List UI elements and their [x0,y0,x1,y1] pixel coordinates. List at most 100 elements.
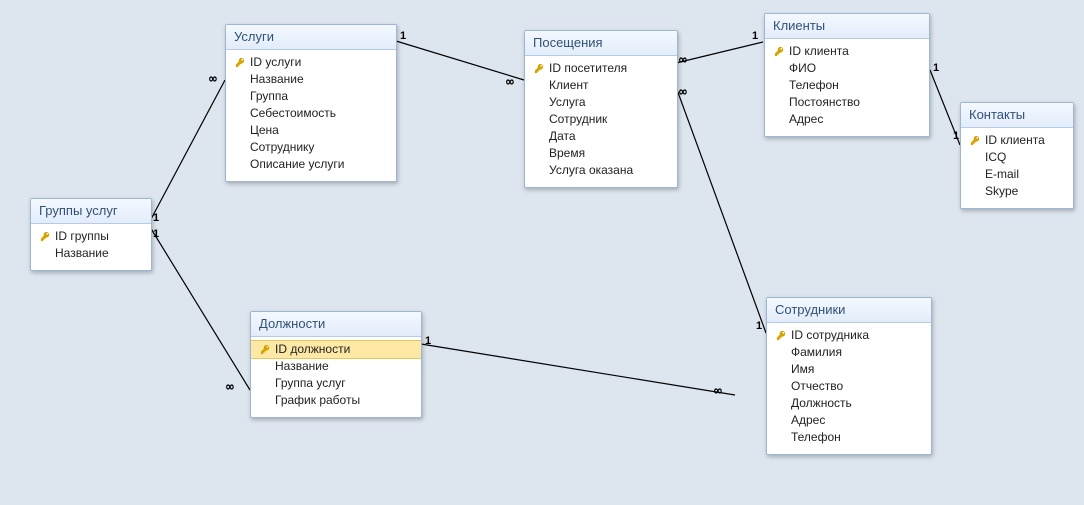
multiplicity-one: 1 [400,30,406,42]
field-label: Адрес [787,112,823,127]
field-label: Телефон [787,78,839,93]
field-label: E-mail [983,167,1019,182]
field-label: Себестоимость [248,106,336,121]
field-label: Фамилия [789,345,842,360]
entity-visits[interactable]: Посещения ID посетителя Клиент УслугаСотруд… [524,30,678,188]
field-label: Цена [248,123,279,138]
field-row[interactable]: Описание услуги [226,156,396,173]
field-row[interactable]: Адрес [767,412,931,429]
field-row[interactable]: Услуга [525,94,677,111]
primary-key-icon [257,344,273,355]
entity-body: ID клиентаICQE-mail Skype [961,128,1073,208]
field-row[interactable]: ID сотрудника [767,327,931,344]
field-row[interactable]: Skype [961,183,1073,200]
entity-title[interactable]: Услуги [226,25,396,50]
field-label: Группа услуг [273,376,346,391]
field-row[interactable]: Сотрудник [525,111,677,128]
field-label: Группа [248,89,288,104]
multiplicity-many: ∞ [506,75,512,90]
field-row[interactable]: Телефон [767,429,931,446]
field-label: ID услуги [248,55,301,70]
field-row[interactable]: Группа услуг [251,375,421,392]
field-row[interactable]: ID посетителя [525,60,677,77]
er-diagram-canvas[interactable]: 1 ∞ 1 ∞ 1 ∞ ∞ 1 1 1 ∞ 1 1 ∞ Группы услуг… [0,0,1084,505]
field-label: Отчество [789,379,843,394]
entity-body: ID посетителя Клиент УслугаСотрудникДатаВр… [525,56,677,187]
field-row[interactable]: Клиент [525,77,677,94]
entity-contacts[interactable]: Контакты ID клиентаICQE-mail Skype [960,102,1074,209]
entity-title[interactable]: Посещения [525,31,677,56]
field-row[interactable]: Сотруднику [226,139,396,156]
field-row[interactable]: ICQ [961,149,1073,166]
field-label: Услуга [547,95,586,110]
multiplicity-many: ∞ [209,72,215,87]
multiplicity-one: 1 [153,212,159,224]
multiplicity-one: 1 [933,62,939,74]
field-row[interactable]: ID должности [251,340,421,359]
field-row[interactable]: ID группы [31,228,151,245]
primary-key-icon [37,231,53,242]
entity-title[interactable]: Клиенты [765,14,929,39]
field-row[interactable]: Услуга оказана [525,162,677,179]
field-label: Название [53,246,109,261]
field-label: Должность [789,396,852,411]
field-row[interactable]: Фамилия [767,344,931,361]
field-label: ID сотрудника [789,328,869,343]
multiplicity-one: 1 [953,130,959,142]
field-row[interactable]: Адрес [765,111,929,128]
field-row[interactable]: ID клиента [961,132,1073,149]
field-label: Телефон [789,430,841,445]
field-label: Дата [547,129,576,144]
primary-key-icon [967,135,983,146]
field-row[interactable]: Отчество [767,378,931,395]
field-label: Услуга оказана [547,163,633,178]
field-row[interactable]: ID услуги [226,54,396,71]
field-row[interactable]: E-mail [961,166,1073,183]
field-row[interactable]: Время [525,145,677,162]
field-label: Клиент [547,78,589,93]
multiplicity-many: ∞ [226,380,232,395]
multiplicity-one: 1 [752,30,758,42]
entity-staff[interactable]: Сотрудники ID сотрудника ФамилияИмяОтчеств… [766,297,932,455]
field-row[interactable]: Название [251,358,421,375]
entity-positions[interactable]: Должности ID должностиНазвание Группа услу… [250,311,422,418]
multiplicity-many: ∞ [679,53,685,68]
field-row[interactable]: ID клиента [765,43,929,60]
entity-services[interactable]: Услуги ID услуги Название Группа Себестоимос… [225,24,397,182]
multiplicity-many: ∞ [714,384,720,399]
field-row[interactable]: Название [31,245,151,262]
entity-title[interactable]: Сотрудники [767,298,931,323]
field-label: Название [273,359,329,374]
field-row[interactable]: Телефон [765,77,929,94]
multiplicity-one: 1 [153,228,159,240]
field-row[interactable]: Группа [226,88,396,105]
field-label: Название [248,72,304,87]
field-row[interactable]: График работы [251,392,421,409]
entity-groups[interactable]: Группы услуг ID группы Название [30,198,152,271]
entity-body: ID клиентаФИОТелефонПостоянствоАдрес [765,39,929,136]
primary-key-icon [773,330,789,341]
entity-body: ID сотрудника ФамилияИмяОтчество Должность… [767,323,931,454]
field-row[interactable]: Имя [767,361,931,378]
field-row[interactable]: Дата [525,128,677,145]
field-row[interactable]: Постоянство [765,94,929,111]
entity-title[interactable]: Контакты [961,103,1073,128]
field-row[interactable]: Название [226,71,396,88]
field-row[interactable]: Цена [226,122,396,139]
entity-title[interactable]: Должности [251,312,421,337]
multiplicity-one: 1 [756,320,762,332]
field-label: Skype [983,184,1018,199]
field-label: ID клиента [983,133,1045,148]
field-label: Описание услуги [248,157,345,172]
field-label: Адрес [789,413,825,428]
entity-title[interactable]: Группы услуг [31,199,151,224]
multiplicity-one: 1 [425,335,431,347]
field-label: Сотруднику [248,140,314,155]
field-label: ID группы [53,229,109,244]
field-row[interactable]: ФИО [765,60,929,77]
entity-clients[interactable]: КлиентыID клиентаФИОТелефонПостоянствоАд… [764,13,930,137]
multiplicity-many: ∞ [679,85,685,100]
field-row[interactable]: Должность [767,395,931,412]
field-row[interactable]: Себестоимость [226,105,396,122]
field-label: ID посетителя [547,61,627,76]
